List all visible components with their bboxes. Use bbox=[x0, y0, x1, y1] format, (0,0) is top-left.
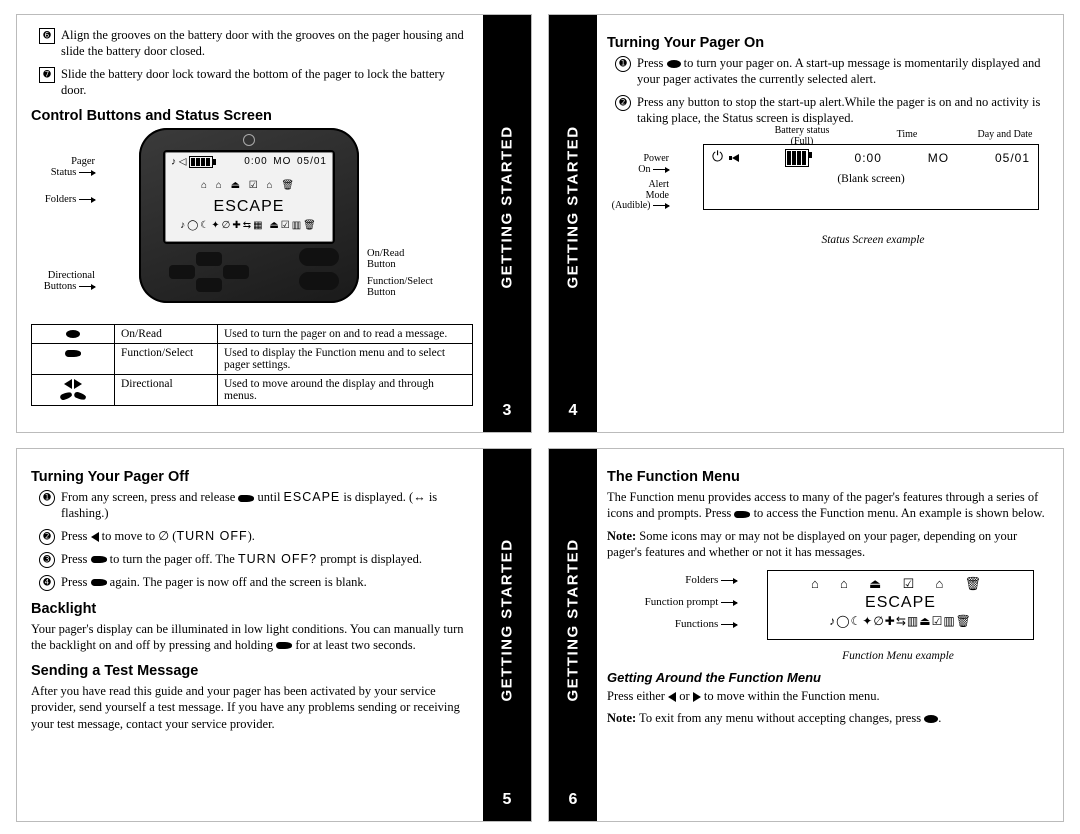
directional-up-icon bbox=[59, 391, 72, 401]
page-6-panel: GETTING STARTED 6 The Function Menu The … bbox=[548, 448, 1064, 822]
directional-right-icon bbox=[74, 379, 82, 389]
status-date: 05/01 bbox=[995, 150, 1030, 166]
page-3-panel: GETTING STARTED 3 ➏Align the grooves on … bbox=[16, 14, 532, 433]
status-icons: ♪ ◁ bbox=[171, 157, 186, 168]
status-time: 0:00 bbox=[855, 150, 882, 166]
status-blank-label: (Blank screen) bbox=[704, 173, 1038, 185]
function-menu-illustration: Folders Function prompt Functions ⌂ ⌂ ⏏ … bbox=[607, 566, 1049, 648]
directional-left-icon bbox=[668, 692, 676, 702]
page-number-4: 4 bbox=[549, 402, 597, 420]
function-menu-caption: Function Menu example bbox=[747, 650, 1049, 662]
page5-step-3: ➌ Press to turn the pager off. The TURN … bbox=[39, 551, 473, 568]
page-5-panel: GETTING STARTED 5 Turning Your Pager Off… bbox=[16, 448, 532, 822]
getting-around-text: Press either or to move within the Funct… bbox=[607, 688, 1049, 704]
status-screen-illustration: Battery status(Full) Time Day and Date P… bbox=[607, 132, 1049, 232]
function-select-icon bbox=[238, 495, 254, 502]
directional-right-icon bbox=[693, 692, 701, 702]
on-read-button-icon bbox=[299, 248, 339, 266]
turning-off-heading: Turning Your Pager Off bbox=[31, 469, 473, 485]
page4-step-2: ➋Press any button to stop the start-up a… bbox=[615, 94, 1049, 127]
callout-directional: DirectionalButtons bbox=[31, 270, 95, 292]
callout-pager-status: PagerStatus bbox=[31, 156, 95, 178]
function-menu-box: ⌂ ⌂ ⏏ ☑ ⌂ 🗑 ESCAPE ♪◯☾✦∅✚⇆▥⏏☑▥🗑 bbox=[767, 570, 1034, 640]
table-row: Directional Used to move around the disp… bbox=[32, 375, 473, 406]
fm-label-prompt: Function prompt bbox=[607, 596, 737, 608]
status-screen-box: ⏻ 0:00 MO 05/01 (Blank screen) bbox=[703, 144, 1039, 210]
status-day: MO bbox=[928, 150, 949, 166]
fm-folders-row: ⌂ ⌂ ⏏ ☑ ⌂ 🗑 bbox=[768, 576, 1033, 592]
motorola-logo-icon bbox=[243, 134, 255, 146]
page3-step-6: ➏Align the grooves on the battery door w… bbox=[39, 27, 473, 60]
function-select-icon bbox=[65, 350, 81, 357]
test-message-text: After you have read this guide and your … bbox=[31, 683, 473, 732]
page-3-tab: GETTING STARTED 3 bbox=[483, 15, 531, 432]
function-select-icon bbox=[276, 642, 292, 649]
page5-step-2: ➋ Press to move to ∅ (TURN OFF). bbox=[39, 528, 473, 545]
function-menu-heading: The Function Menu bbox=[607, 469, 1049, 485]
section-label: GETTING STARTED bbox=[565, 125, 582, 288]
fm-label-folders: Folders bbox=[607, 574, 737, 586]
control-buttons-table: On/Read Used to turn the pager on and to… bbox=[31, 324, 473, 406]
fm-escape: ESCAPE bbox=[865, 594, 936, 611]
on-read-icon bbox=[66, 330, 80, 338]
label-alert-mode: AlertMode(Audible) bbox=[609, 180, 669, 212]
control-buttons-heading: Control Buttons and Status Screen bbox=[31, 108, 473, 124]
function-select-icon bbox=[91, 556, 107, 563]
getting-around-heading: Getting Around the Function Menu bbox=[607, 670, 1049, 685]
page5-step-1: ➊ From any screen, press and release unt… bbox=[39, 489, 473, 522]
section-label: GETTING STARTED bbox=[499, 539, 516, 702]
pager-screen: ♪ ◁ 0:00 MO 05/01 ⌂ ⌂ ⏏ ☑ ⌂ 🗑 ESCAPE ♪◯☾… bbox=[163, 150, 335, 244]
page3-step-7: ➐Slide the battery door lock toward the … bbox=[39, 66, 473, 99]
page5-step-4: ➍ Press again. The pager is now off and … bbox=[39, 574, 473, 591]
function-select-button-icon bbox=[299, 272, 339, 290]
turning-on-heading: Turning Your Pager On bbox=[607, 35, 1049, 51]
fm-functions-row: ♪◯☾✦∅✚⇆▥⏏☑▥🗑 bbox=[768, 614, 1033, 629]
function-menu-note: Note: Some icons may or may not be displ… bbox=[607, 528, 1049, 561]
directional-pad-icon bbox=[169, 252, 249, 292]
battery-icon bbox=[189, 156, 213, 168]
callout-on-read: On/ReadButton bbox=[367, 248, 457, 270]
screen-folders: ⌂ ⌂ ⏏ ☑ ⌂ 🗑 bbox=[171, 180, 327, 191]
table-row: On/Read Used to turn the pager on and to… bbox=[32, 325, 473, 344]
function-select-icon bbox=[91, 579, 107, 586]
page-number-3: 3 bbox=[483, 402, 531, 420]
label-power-on: PowerOn bbox=[609, 154, 669, 175]
section-label: GETTING STARTED bbox=[499, 125, 516, 288]
directional-left-icon bbox=[91, 532, 99, 542]
on-read-icon bbox=[667, 60, 681, 68]
directional-left-icon bbox=[64, 379, 72, 389]
backlight-text: Your pager's display can be illuminated … bbox=[31, 621, 473, 654]
pager-device-illustration: PagerStatus Folders DirectionalButtons O… bbox=[31, 128, 473, 318]
on-read-icon bbox=[924, 715, 938, 723]
section-label: GETTING STARTED bbox=[565, 539, 582, 702]
fm-label-functions: Functions bbox=[607, 618, 737, 630]
page4-step-1: ➊ Press to turn your pager on. A start-u… bbox=[615, 55, 1049, 88]
label-time: Time bbox=[887, 130, 927, 141]
backlight-heading: Backlight bbox=[31, 601, 473, 617]
status-screen-caption: Status Screen example bbox=[697, 234, 1049, 246]
pager-device: ♪ ◁ 0:00 MO 05/01 ⌂ ⌂ ⏏ ☑ ⌂ 🗑 ESCAPE ♪◯☾… bbox=[139, 128, 359, 303]
battery-icon bbox=[785, 149, 809, 167]
speaker-icon bbox=[732, 154, 739, 162]
label-day-date: Day and Date bbox=[965, 130, 1045, 141]
page-6-tab: GETTING STARTED 6 bbox=[549, 449, 597, 821]
page-number-5: 5 bbox=[483, 791, 531, 809]
screen-function-icons: ♪◯☾✦∅✚⇆▦ ⏏☑▥🗑 bbox=[171, 220, 327, 231]
page-4-panel: GETTING STARTED 4 Turning Your Pager On … bbox=[548, 14, 1064, 433]
test-message-heading: Sending a Test Message bbox=[31, 663, 473, 679]
callout-folders: Folders bbox=[31, 194, 95, 205]
screen-escape: ESCAPE bbox=[214, 198, 285, 215]
page-number-6: 6 bbox=[549, 791, 597, 809]
function-select-icon bbox=[734, 511, 750, 518]
table-row: Function/Select Used to display the Func… bbox=[32, 344, 473, 375]
function-menu-intro: The Function menu provides access to man… bbox=[607, 489, 1049, 522]
page-4-tab: GETTING STARTED 4 bbox=[549, 15, 597, 432]
page-5-tab: GETTING STARTED 5 bbox=[483, 449, 531, 821]
callout-func-select: Function/SelectButton bbox=[367, 276, 467, 298]
directional-down-icon bbox=[74, 391, 87, 401]
exit-note: Note: To exit from any menu without acce… bbox=[607, 710, 1049, 726]
